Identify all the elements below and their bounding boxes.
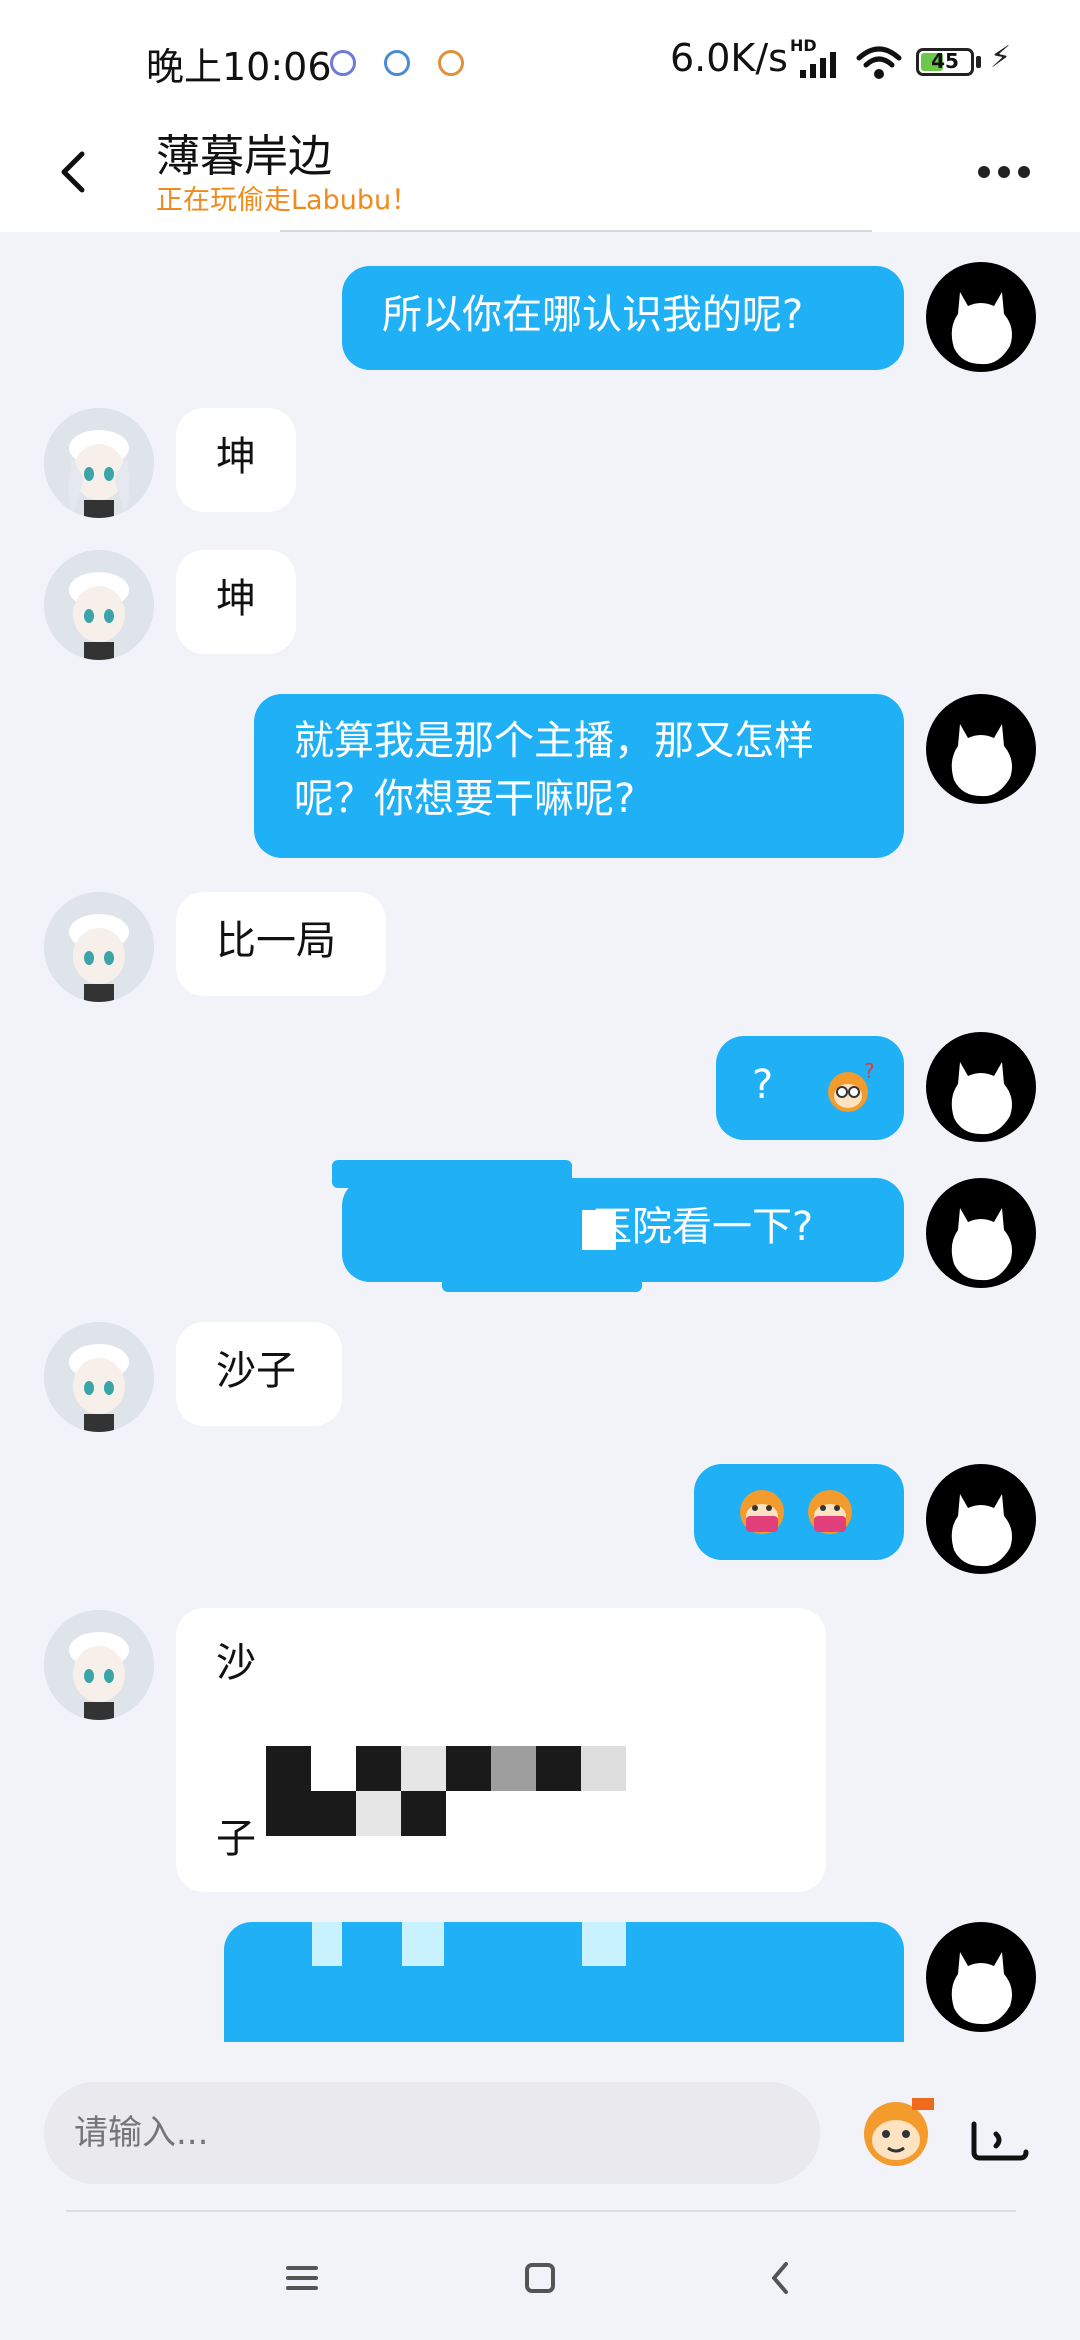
message-text: 子	[216, 1816, 256, 1862]
contact-avatar[interactable]	[44, 892, 154, 1002]
wifi-icon	[856, 46, 902, 79]
censor-block	[402, 1922, 444, 1966]
more-dots-icon[interactable]	[970, 150, 1038, 194]
silhouette-cat-icon	[951, 292, 1012, 365]
confused-monkey-emoji-icon: ?	[828, 1060, 875, 1112]
self-avatar[interactable]	[926, 262, 1036, 372]
message-input[interactable]	[44, 2082, 820, 2184]
eating-monkey-emoji-icon	[740, 1490, 784, 1534]
status-bar: 晚上10:06 6.0K/s HD 45 ⚡	[0, 0, 1080, 120]
message-bubble-self[interactable]: ? ?	[716, 1036, 904, 1140]
message-bubble-self[interactable]	[694, 1464, 904, 1560]
message-text: 沙	[216, 1640, 256, 1686]
message-bubble-other[interactable]: 比一局	[176, 892, 386, 996]
monkey-emoji-icon[interactable]	[854, 2090, 938, 2174]
signal-icon	[800, 48, 840, 78]
contact-status: 正在玩偷走Labubu！	[156, 185, 419, 216]
self-avatar[interactable]	[926, 1922, 1036, 2032]
censor-block	[382, 1204, 542, 1254]
self-avatar[interactable]	[926, 694, 1036, 804]
charging-icon: ⚡	[990, 40, 1012, 75]
message-bubble-self[interactable]	[224, 1922, 904, 2042]
menu-icon[interactable]	[274, 2250, 330, 2306]
message-text-line: 就算我是那个主播，那又怎样	[294, 718, 814, 764]
message-text: 坤	[216, 434, 256, 480]
chat-message-list[interactable]: 所以你在哪认识我的呢? 坤 坤 就算我是那个主播，那又怎样 呢？你想要干嘛呢? …	[0, 232, 1080, 2042]
message-input-bar	[0, 2042, 1080, 2212]
anime-girl-avatar-icon	[44, 1610, 154, 1720]
back-chevron-icon[interactable]	[752, 2250, 808, 2306]
message-bubble-other[interactable]: 沙 子	[176, 1608, 826, 1892]
message-bubble-other[interactable]: 沙子	[176, 1322, 342, 1426]
message-bubble-self[interactable]: 所以你在哪认识我的呢?	[342, 266, 904, 370]
message-bubble-other[interactable]: 坤	[176, 408, 296, 512]
voice-icon[interactable]	[966, 2106, 1034, 2166]
message-text: ?	[752, 1062, 774, 1108]
silhouette-cat-icon	[951, 1208, 1012, 1281]
home-square-icon[interactable]	[512, 2250, 568, 2306]
status-time: 晚上10:06	[146, 45, 332, 89]
anime-girl-avatar-icon	[44, 1322, 154, 1432]
back-arrow-icon[interactable]	[44, 134, 108, 208]
system-nav-bar	[0, 2212, 1080, 2340]
censor-block	[582, 1922, 626, 1966]
message-text: 坤	[216, 576, 256, 622]
censor-block	[312, 1922, 342, 1966]
app-notification-icon	[438, 50, 464, 76]
self-avatar[interactable]	[926, 1464, 1036, 1574]
chat-header: 薄暮岸边 正在玩偷走Labubu！	[0, 120, 1080, 232]
message-text: 医院看一下?	[592, 1204, 814, 1250]
battery-percent: 45	[931, 49, 959, 73]
contact-avatar[interactable]	[44, 550, 154, 660]
contact-avatar[interactable]	[44, 1610, 154, 1720]
message-bubble-self[interactable]: 医院看一下?	[332, 1160, 904, 1292]
message-text-line: 呢？你想要干嘛呢?	[294, 776, 636, 822]
contact-avatar[interactable]	[44, 408, 154, 518]
app-notification-icon	[384, 50, 410, 76]
message-text: 沙子	[216, 1348, 296, 1394]
silhouette-cat-icon	[951, 1494, 1012, 1567]
self-avatar[interactable]	[926, 1178, 1036, 1288]
contact-avatar[interactable]	[44, 1322, 154, 1432]
anime-girl-avatar-icon	[44, 550, 154, 660]
message-text: 所以你在哪认识我的呢?	[382, 292, 804, 338]
silhouette-cat-icon	[951, 1062, 1012, 1135]
contact-name[interactable]: 薄暮岸边	[156, 120, 332, 184]
battery-icon: 45	[916, 48, 974, 76]
self-avatar[interactable]	[926, 1032, 1036, 1142]
message-bubble-other[interactable]: 坤	[176, 550, 296, 654]
notification-icons	[330, 50, 464, 76]
message-bubble-self[interactable]: 就算我是那个主播，那又怎样 呢？你想要干嘛呢?	[254, 694, 904, 858]
app-notification-icon	[330, 50, 356, 76]
anime-girl-avatar-icon	[44, 892, 154, 1002]
svg-text:?: ?	[864, 1060, 875, 1083]
silhouette-cat-icon	[951, 724, 1012, 797]
message-text: 比一局	[216, 918, 336, 964]
battery-tip	[976, 56, 981, 68]
network-speed: 6.0K/s	[670, 36, 788, 80]
pixel-censor	[266, 1746, 626, 1836]
censor-block	[442, 1268, 642, 1292]
eating-monkey-emoji-icon	[808, 1490, 852, 1534]
silhouette-cat-icon	[951, 1952, 1012, 2025]
anime-girl-avatar-icon	[44, 408, 154, 518]
censor-block	[332, 1160, 572, 1188]
